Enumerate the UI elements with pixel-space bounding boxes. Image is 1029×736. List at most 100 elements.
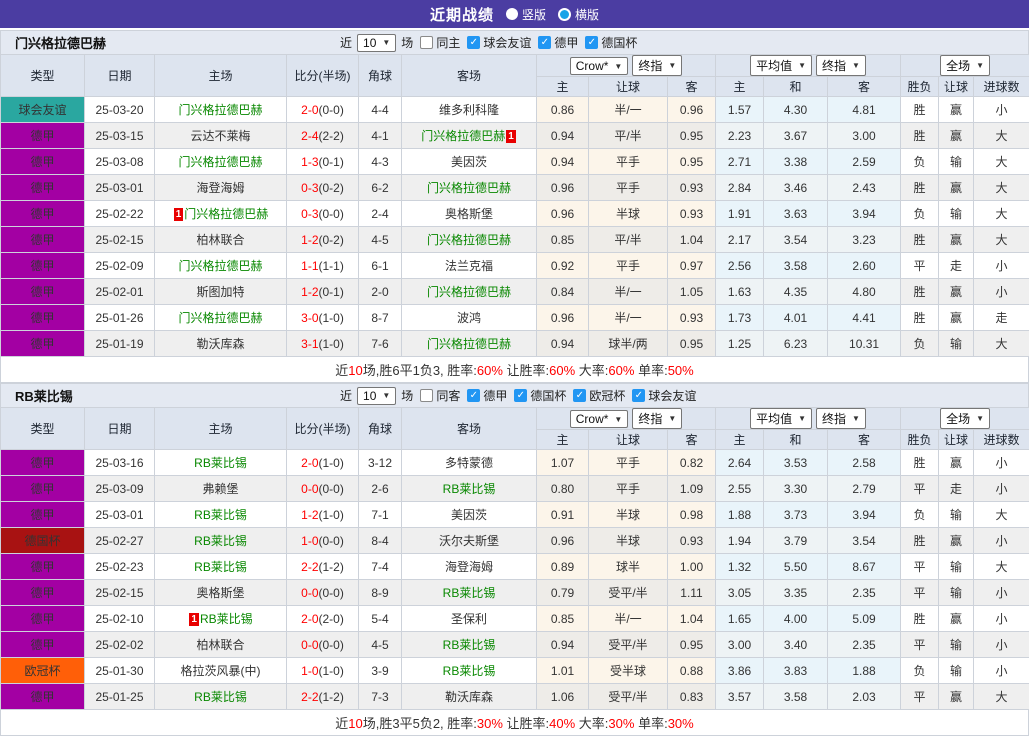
home-team-name[interactable]: 门兴格拉德巴赫 <box>178 311 262 325</box>
avg-home: 1.32 <box>716 554 764 580</box>
competition-checkbox[interactable]: ✓ <box>573 389 586 402</box>
same-venue-checkbox[interactable] <box>420 389 433 402</box>
odds-away: 0.83 <box>668 684 716 710</box>
home-team-cell: RB莱比锡 <box>155 684 287 710</box>
match-score-cell: 1-1(1-1) <box>287 253 359 279</box>
summary-segment: 单率: <box>634 363 667 378</box>
competition-checkbox[interactable]: ✓ <box>467 36 480 49</box>
odds-handicap: 球半/两 <box>589 331 668 357</box>
home-team-name[interactable]: RB莱比锡 <box>194 508 247 522</box>
avg-away: 3.54 <box>828 528 901 554</box>
home-team-name[interactable]: 门兴格拉德巴赫 <box>184 207 268 221</box>
fulltime-score: 2-0 <box>301 612 318 626</box>
radio-vertical[interactable]: 竖版 <box>506 6 546 23</box>
away-team-name[interactable]: RB莱比锡 <box>443 664 496 678</box>
odds-handicap: 受平/半 <box>589 632 668 658</box>
competition-checkbox[interactable]: ✓ <box>632 389 645 402</box>
result-goals: 大 <box>974 554 1029 580</box>
away-team-name: 奥格斯堡 <box>445 207 493 221</box>
match-count-select[interactable]: 10▼ <box>357 34 396 52</box>
match-score-cell: 2-0(1-0) <box>287 450 359 476</box>
match-score-cell: 2-0(0-0) <box>287 97 359 123</box>
odds-handicap: 平手 <box>589 149 668 175</box>
result-goals: 小 <box>974 632 1029 658</box>
avg-final-select[interactable]: 终指▼ <box>816 55 866 76</box>
home-team-name[interactable]: RB莱比锡 <box>194 560 247 574</box>
away-team-name[interactable]: 门兴格拉德巴赫 <box>427 181 511 195</box>
away-team-name[interactable]: RB莱比锡 <box>443 638 496 652</box>
home-team-name[interactable]: 门兴格拉德巴赫 <box>178 259 262 273</box>
away-team-name[interactable]: 门兴格拉德巴赫 <box>427 285 511 299</box>
matches-table: 类型日期主场比分(半场)角球客场Crow*▼终指▼平均值▼终指▼全场▼主让球客主… <box>0 54 1029 357</box>
result-outcome: 平 <box>901 554 939 580</box>
avg-source-select[interactable]: 平均值▼ <box>750 55 812 76</box>
avg-away: 3.94 <box>828 502 901 528</box>
away-team-name[interactable]: 门兴格拉德巴赫 <box>427 337 511 351</box>
column-subheader: 让球 <box>589 430 668 450</box>
avg-draw: 3.67 <box>764 123 828 149</box>
fullmatch-scope-select[interactable]: 全场▼ <box>940 55 990 76</box>
team-section-header: RB莱比锡近10▼场同客✓德甲✓德国杯✓欧冠杯✓球会友谊 <box>0 383 1029 407</box>
home-team-name[interactable]: 门兴格拉德巴赫 <box>178 103 262 117</box>
match-row: 德甲25-02-02柏林联合0-0(0-0)4-5RB莱比锡0.94受平/半0.… <box>1 632 1029 658</box>
away-team-name[interactable]: 门兴格拉德巴赫 <box>421 129 505 143</box>
fulltime-score: 3-1 <box>301 337 318 351</box>
odds-home: 1.07 <box>537 450 589 476</box>
odds-handicap: 球半 <box>589 554 668 580</box>
result-handicap: 输 <box>939 149 974 175</box>
home-team-name[interactable]: RB莱比锡 <box>194 690 247 704</box>
column-subheader: 客 <box>668 77 716 97</box>
radio-label: 横版 <box>575 6 599 23</box>
avg-final-select[interactable]: 终指▼ <box>816 408 866 429</box>
home-team-name[interactable]: 门兴格拉德巴赫 <box>178 155 262 169</box>
result-outcome: 负 <box>901 331 939 357</box>
summary-segment: 60% <box>477 363 503 378</box>
home-team-cell: 云达不莱梅 <box>155 123 287 149</box>
summary-segment: 30% <box>477 716 503 731</box>
away-team-name[interactable]: 门兴格拉德巴赫 <box>427 233 511 247</box>
home-team-name: 海登海姆 <box>196 181 244 195</box>
away-team-name[interactable]: RB莱比锡 <box>443 586 496 600</box>
fulltime-score: 3-0 <box>301 311 318 325</box>
odds-source-select[interactable]: Crow*▼ <box>570 57 629 75</box>
column-header: 类型 <box>1 408 85 450</box>
match-count-select[interactable]: 10▼ <box>357 387 396 405</box>
column-subheader: 让球 <box>939 77 974 97</box>
result-handicap: 输 <box>939 331 974 357</box>
select-value: Crow* <box>576 412 609 426</box>
odds-source-select[interactable]: Crow* ▼ <box>570 410 629 428</box>
select-value: 终指 <box>638 410 662 427</box>
home-team-name[interactable]: RB莱比锡 <box>194 534 247 548</box>
competition-checkbox[interactable]: ✓ <box>514 389 527 402</box>
odds-final-select[interactable]: 终指▼ <box>632 408 682 429</box>
fullmatch-scope-select[interactable]: 全场▼ <box>940 408 990 429</box>
home-team-name[interactable]: RB莱比锡 <box>194 456 247 470</box>
competition-checkbox[interactable]: ✓ <box>585 36 598 49</box>
match-date: 25-03-20 <box>85 97 155 123</box>
avg-source-select[interactable]: 平均值▼ <box>750 408 812 429</box>
odds-home: 0.85 <box>537 227 589 253</box>
select-value: 终指 <box>822 410 846 427</box>
odds-home: 0.94 <box>537 123 589 149</box>
home-team-name[interactable]: RB莱比锡 <box>200 612 253 626</box>
result-goals: 大 <box>974 227 1029 253</box>
match-score-cell: 0-3(0-0) <box>287 201 359 227</box>
odds-final-select[interactable]: 终指▼ <box>632 55 682 76</box>
chevron-down-icon: ▼ <box>614 415 622 424</box>
avg-draw: 3.63 <box>764 201 828 227</box>
competition-checkbox[interactable]: ✓ <box>538 36 551 49</box>
match-type-cell: 德甲 <box>1 201 85 227</box>
avg-away: 2.03 <box>828 684 901 710</box>
match-score-cell: 1-2(0-1) <box>287 279 359 305</box>
away-team-name[interactable]: RB莱比锡 <box>443 482 496 496</box>
result-outcome: 胜 <box>901 279 939 305</box>
corner-score: 8-4 <box>359 528 402 554</box>
away-team-name: 美因茨 <box>451 155 487 169</box>
radio-horizontal[interactable]: 横版 <box>558 6 599 23</box>
summary-segment: 50% <box>668 363 694 378</box>
same-venue-checkbox[interactable] <box>420 36 433 49</box>
match-score-cell: 3-0(1-0) <box>287 305 359 331</box>
match-date: 25-03-01 <box>85 502 155 528</box>
odds-handicap: 平手 <box>589 175 668 201</box>
competition-checkbox[interactable]: ✓ <box>467 389 480 402</box>
